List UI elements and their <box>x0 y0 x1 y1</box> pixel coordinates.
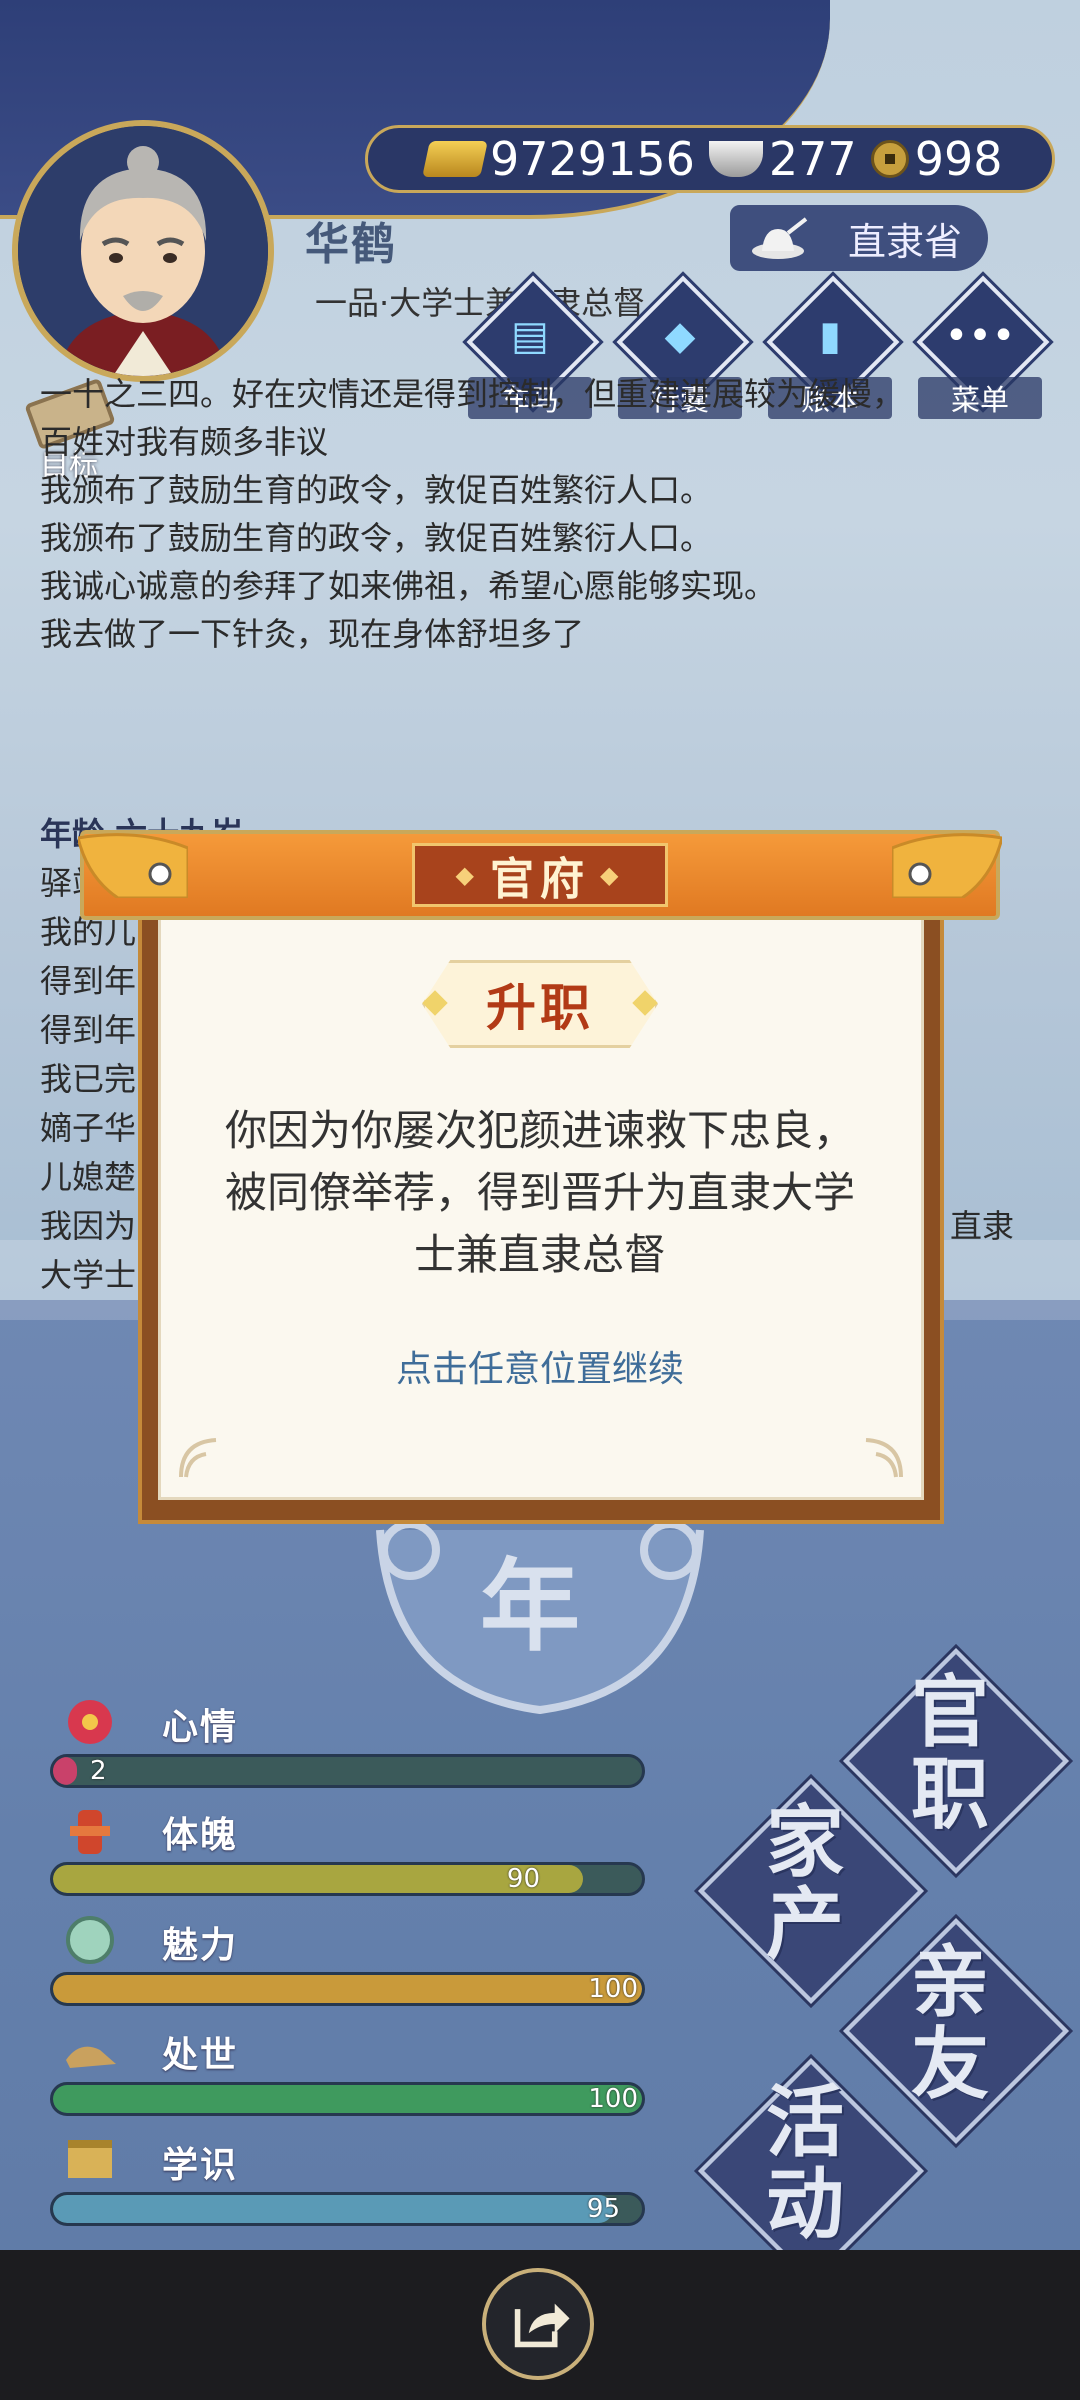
corner-flourish-icon <box>865 1438 903 1478</box>
continue-hint[interactable]: 点击任意位置继续 <box>200 1340 880 1392</box>
corner-flourish-icon <box>179 1438 217 1478</box>
share-button[interactable] <box>482 2268 594 2380</box>
modal-header-text: 官府 <box>490 854 590 905</box>
corner-ornament-right <box>892 833 1002 898</box>
share-icon <box>514 2303 570 2348</box>
modal-message: 你因为你屡次犯颜进谏救下忠良， 被同僚举荐，得到晋升为直隶大学 士兼直隶总督 <box>200 1100 880 1286</box>
modal-message-line: 被同僚举荐，得到晋升为直隶大学 <box>224 1168 855 1217</box>
corner-ornament-left <box>78 833 188 898</box>
modal-title: 升职 <box>422 960 658 1048</box>
modal-message-line: 士兼直隶总督 <box>413 1230 666 1279</box>
modal-header-title: ◆ 官府 ◆ <box>412 843 668 907</box>
modal-message-line: 你因为你屡次犯颜进谏救下忠良， <box>224 1106 855 1155</box>
diamond-ornament-icon: ◆ <box>455 861 480 889</box>
diamond-ornament-icon: ◆ <box>600 861 625 889</box>
